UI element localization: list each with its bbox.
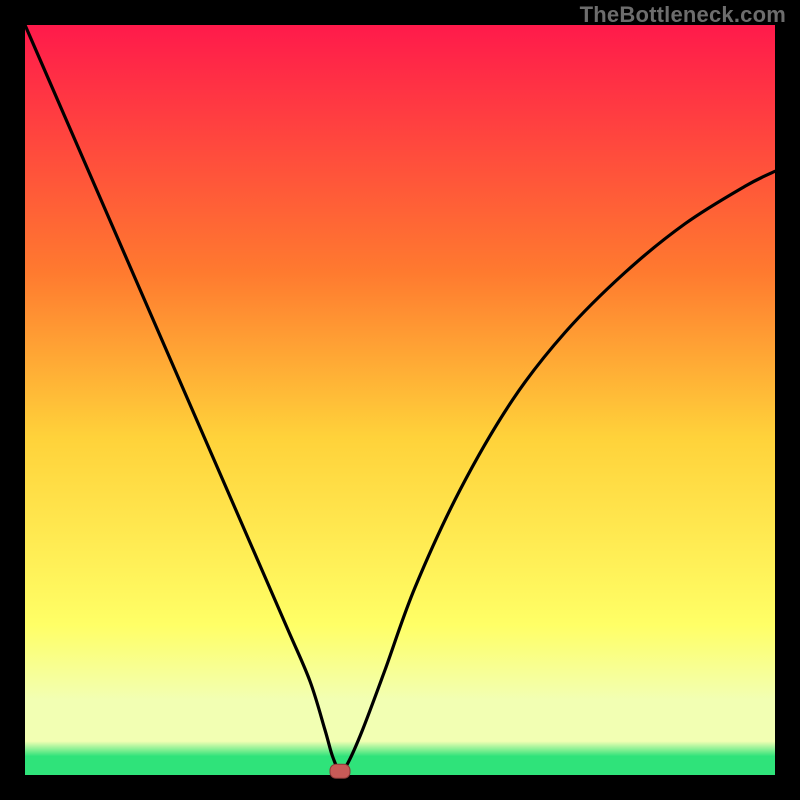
- watermark-text: TheBottleneck.com: [580, 2, 786, 28]
- bottleneck-chart: [0, 0, 800, 800]
- optimum-marker: [330, 764, 350, 778]
- plot-background: [25, 25, 775, 775]
